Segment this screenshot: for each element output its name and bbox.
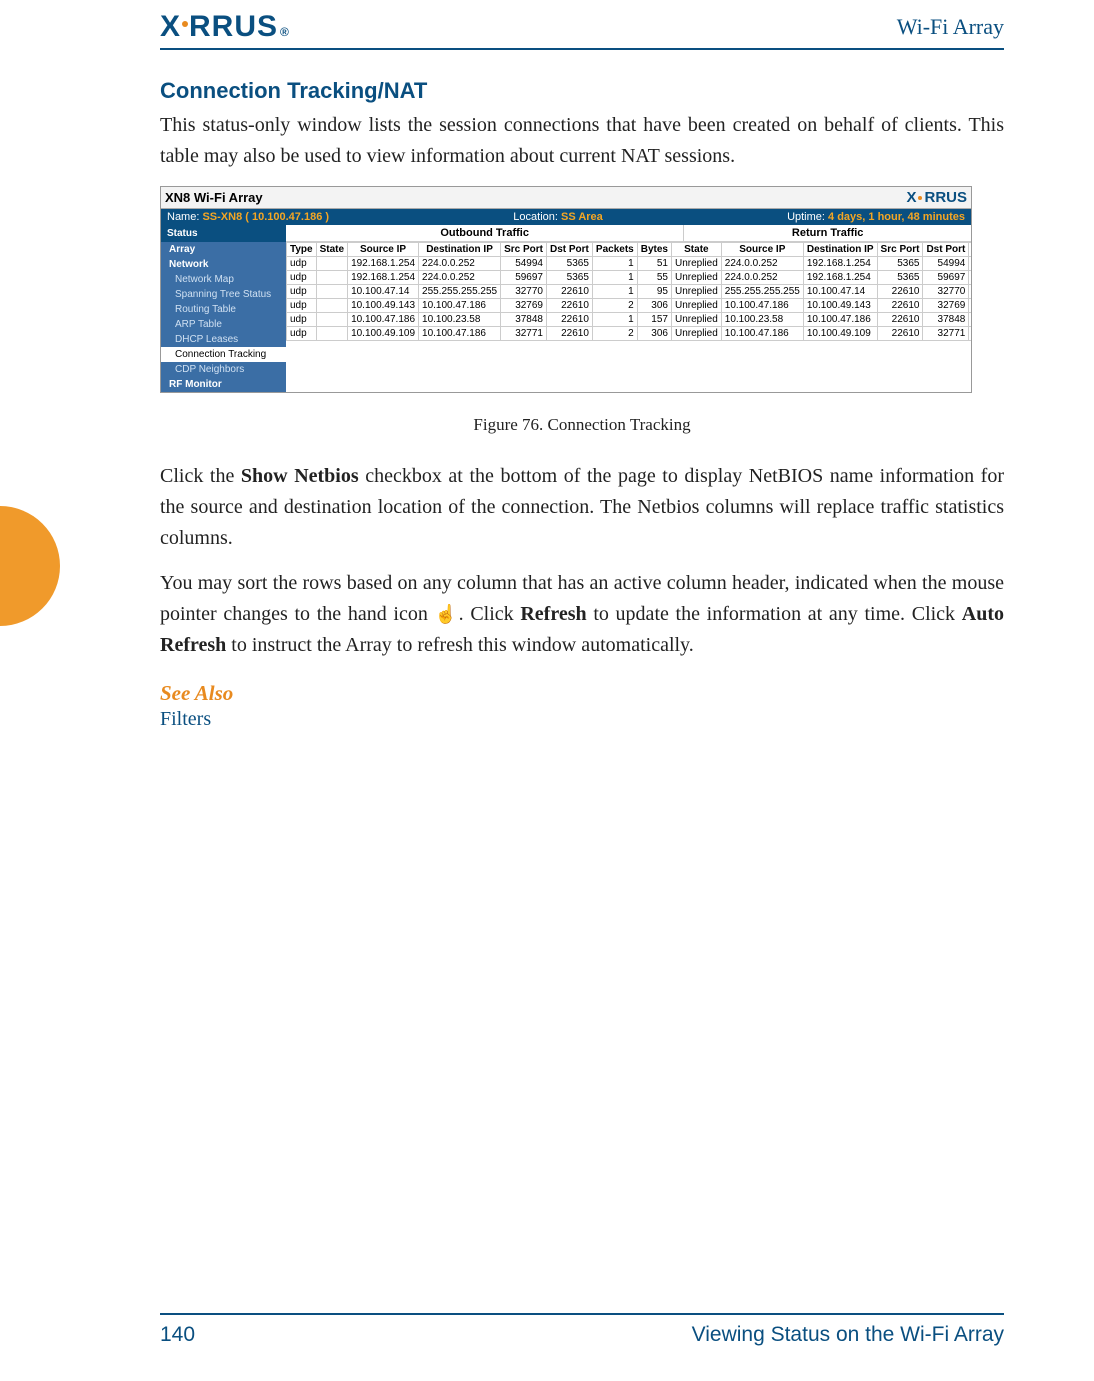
table-header[interactable]: State xyxy=(316,243,347,257)
sidebar-item[interactable]: RF Monitor xyxy=(161,377,286,392)
table-header[interactable]: State xyxy=(671,243,721,257)
table-header[interactable]: Dst Port xyxy=(547,243,593,257)
see-also-link[interactable]: Filters xyxy=(160,708,1004,731)
sidebar-header: Status xyxy=(161,225,286,242)
paragraph-sort-refresh: You may sort the rows based on any colum… xyxy=(160,568,1004,661)
uptime-label: Uptime: xyxy=(787,211,825,223)
sidebar-item[interactable]: Spanning Tree Status xyxy=(161,287,286,302)
refresh-term: Refresh xyxy=(520,603,586,625)
sidebar-item[interactable]: Network Map xyxy=(161,272,286,287)
table-header[interactable]: Dst Port xyxy=(923,243,969,257)
table-header[interactable]: Type xyxy=(287,243,317,257)
sidebar-item[interactable]: ARP Table xyxy=(161,317,286,332)
sidebar-item[interactable]: Network xyxy=(161,257,286,272)
table-area: Outbound Traffic Return Traffic TypeStat… xyxy=(286,225,971,392)
xirrus-mini-logo: XRRUS xyxy=(906,189,967,206)
sidebar-item[interactable]: DHCP Leases xyxy=(161,332,286,347)
table-header[interactable]: Destination IP xyxy=(419,243,501,257)
group-outbound: Outbound Traffic xyxy=(286,225,683,241)
location-value: SS Area xyxy=(561,211,603,223)
see-also-heading: See Also xyxy=(160,681,1004,706)
page-footer: 140 Viewing Status on the Wi-Fi Array xyxy=(160,1313,1004,1347)
sidebar-item[interactable]: Routing Table xyxy=(161,302,286,317)
logo-dot-icon xyxy=(182,21,188,27)
logo-registered: ® xyxy=(280,25,290,39)
name-label: Name: xyxy=(167,211,199,223)
section-heading: Connection Tracking/NAT xyxy=(160,78,1004,104)
connection-table: TypeStateSource IPDestination IPSrc Port… xyxy=(286,242,971,341)
sidebar-item[interactable]: Array xyxy=(161,242,286,257)
table-row: udp192.168.1.254224.0.0.252549945365151U… xyxy=(287,257,972,271)
table-row: udp192.168.1.254224.0.0.252596975365155U… xyxy=(287,271,972,285)
sidebar-item-selected[interactable]: Connection Tracking xyxy=(161,347,286,362)
product-name: Wi-Fi Array xyxy=(897,14,1004,40)
sidebar-item[interactable]: CDP Neighbors xyxy=(161,362,286,377)
table-header[interactable]: Src Port xyxy=(501,243,547,257)
group-return: Return Traffic xyxy=(683,225,971,241)
table-row: udp10.100.49.10910.100.47.18632771226102… xyxy=(287,327,972,341)
table-header[interactable]: Packets xyxy=(592,243,637,257)
logo-text-right: RRUS xyxy=(189,10,278,44)
status-bar: Name: SS-XN8 ( 10.100.47.186 ) Location:… xyxy=(161,209,971,225)
table-row: udp10.100.49.14310.100.47.18632769226102… xyxy=(287,299,972,313)
table-row: udp10.100.47.18610.100.23.58378482261011… xyxy=(287,313,972,327)
table-header[interactable]: Bytes xyxy=(637,243,671,257)
footer-section: Viewing Status on the Wi-Fi Array xyxy=(692,1323,1004,1347)
window-title: XN8 Wi-Fi Array xyxy=(165,190,263,205)
sidebar: Status Array Network Network Map Spannin… xyxy=(161,225,286,392)
intro-paragraph: This status-only window lists the sessio… xyxy=(160,110,1004,172)
table-row: udp10.100.47.14255.255.255.2553277022610… xyxy=(287,285,972,299)
table-header[interactable]: Packets xyxy=(969,243,971,257)
uptime-value: 4 days, 1 hour, 48 minutes xyxy=(828,211,965,223)
page-header: X RRUS ® Wi-Fi Array xyxy=(160,10,1004,50)
paragraph-netbios: Click the Show Netbios checkbox at the b… xyxy=(160,461,1004,554)
table-header[interactable]: Src Port xyxy=(877,243,923,257)
show-netbios-term: Show Netbios xyxy=(241,465,359,487)
name-value: SS-XN8 ( 10.100.47.186 ) xyxy=(202,211,329,223)
thumb-tab xyxy=(0,506,60,626)
table-header[interactable]: Destination IP xyxy=(803,243,877,257)
hand-icon: ☝ xyxy=(435,604,459,624)
figure-screenshot: XN8 Wi-Fi Array XRRUS Name: SS-XN8 ( 10.… xyxy=(160,186,972,393)
table-header[interactable]: Source IP xyxy=(348,243,419,257)
page-number: 140 xyxy=(160,1323,195,1347)
table-header[interactable]: Source IP xyxy=(721,243,803,257)
figure-caption: Figure 76. Connection Tracking xyxy=(160,415,1004,435)
brand-logo: X RRUS ® xyxy=(160,10,290,44)
location-label: Location: xyxy=(513,211,558,223)
logo-text-left: X xyxy=(160,10,181,44)
